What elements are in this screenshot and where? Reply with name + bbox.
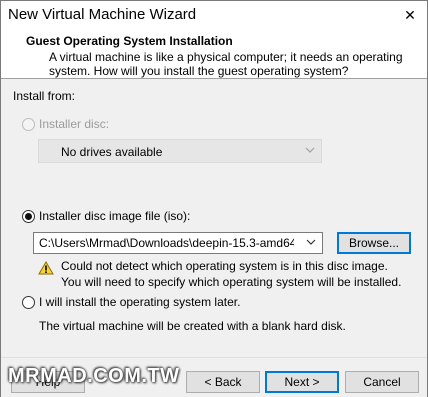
back-button[interactable]: < Back: [186, 371, 260, 393]
install-later-label: I will install the operating system late…: [39, 295, 241, 309]
warning-line-1: Could not detect which operating system …: [61, 259, 388, 273]
iso-label: Installer disc image file (iso):: [39, 209, 191, 223]
site-watermark: MRMAD.COM.TW: [8, 365, 180, 387]
title-bar: New Virtual Machine Wizard ✕: [1, 1, 427, 29]
page-description: A virtual machine is like a physical com…: [49, 50, 403, 78]
wizard-header: Guest Operating System Installation A vi…: [1, 29, 427, 79]
drive-select-value: No drives available: [61, 145, 163, 159]
next-button[interactable]: Next >: [265, 371, 339, 393]
page-title: Guest Operating System Installation: [26, 34, 233, 48]
iso-path-input[interactable]: [39, 236, 294, 250]
chevron-down-icon: [305, 147, 315, 153]
wizard-body: Install from: Installer disc: No drives …: [1, 79, 427, 356]
drive-select[interactable]: No drives available: [38, 139, 322, 163]
cancel-button[interactable]: Cancel: [345, 371, 419, 393]
installer-disc-label: Installer disc:: [39, 117, 110, 131]
iso-radio[interactable]: [22, 210, 35, 223]
close-icon: ✕: [404, 6, 416, 23]
window-title: New Virtual Machine Wizard: [8, 6, 197, 23]
install-later-note: The virtual machine will be created with…: [39, 319, 346, 333]
browse-button[interactable]: Browse...: [337, 232, 411, 254]
wizard-window: New Virtual Machine Wizard ✕ Guest Opera…: [0, 0, 428, 397]
installer-disc-radio[interactable]: [22, 118, 35, 131]
iso-path-combo[interactable]: [33, 232, 323, 254]
chevron-down-icon[interactable]: [306, 239, 316, 246]
install-from-label: Install from:: [13, 89, 76, 103]
warning-icon: [38, 261, 54, 275]
install-later-radio[interactable]: [22, 296, 35, 309]
warning-line-2: You will need to specify which operating…: [61, 275, 402, 289]
close-button[interactable]: ✕: [393, 1, 427, 29]
